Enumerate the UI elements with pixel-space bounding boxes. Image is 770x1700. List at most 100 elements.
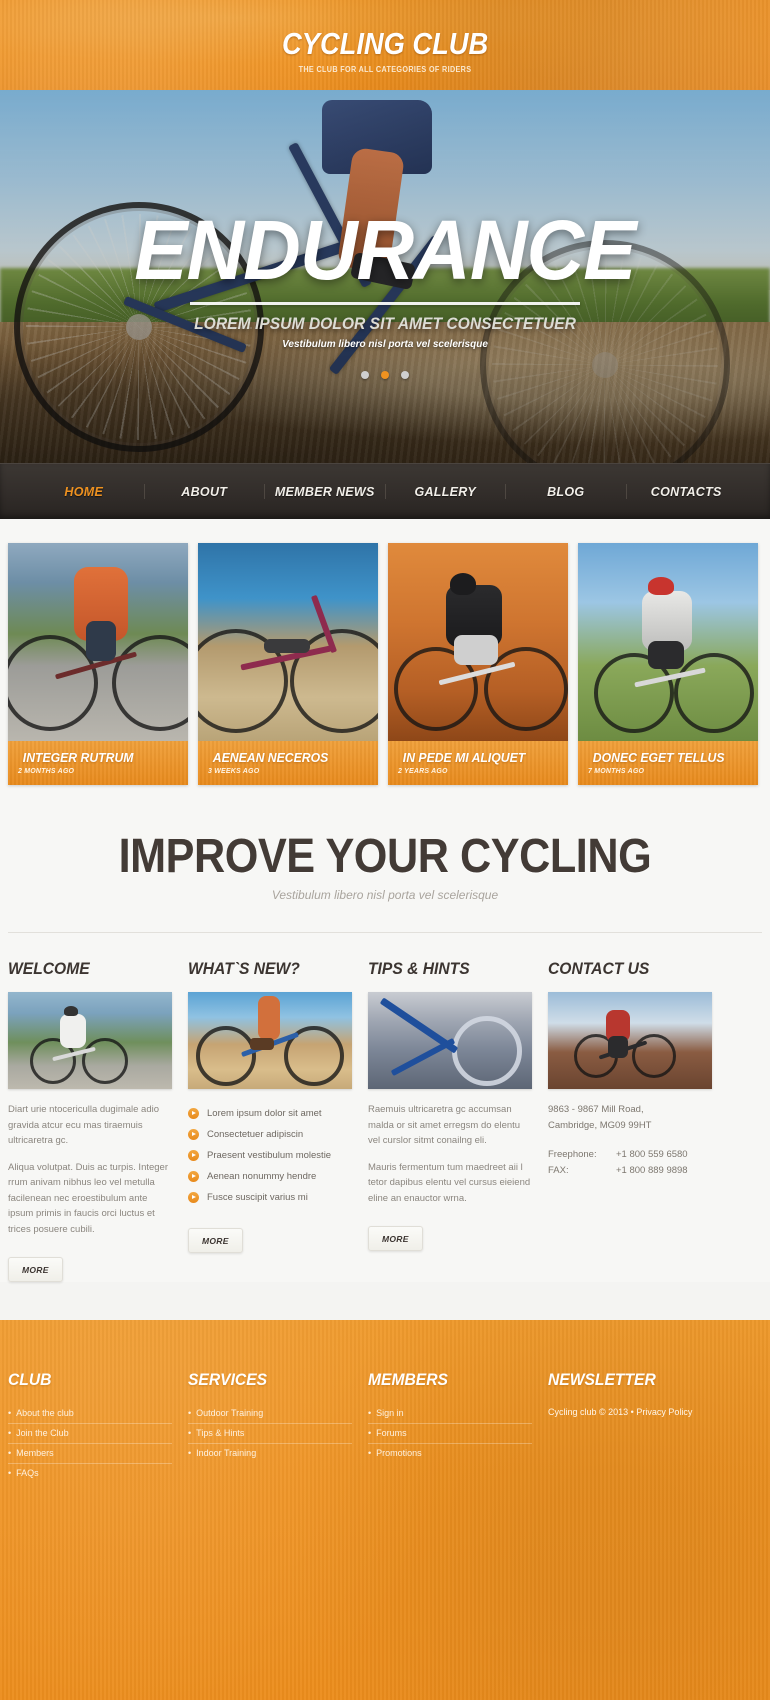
footer-list-item: Sign in: [368, 1404, 532, 1424]
tips-paragraph-1: Raemuis ultricaretra gc accumsan malda o…: [368, 1104, 521, 1146]
improve-heading: IMPROVE YOUR CYCLING: [118, 830, 652, 883]
gallery-card-date: 7 MONTHS AGO: [588, 768, 645, 775]
arrow-bullet-icon: [188, 1192, 199, 1203]
gallery-card[interactable]: DONEC EGET TELLUS 7 MONTHS AGO: [578, 543, 758, 785]
gallery-card[interactable]: AENEAN NECEROS 3 WEEKS AGO: [198, 543, 378, 785]
footer-link[interactable]: Promotions: [368, 1448, 532, 1458]
nav-separator: [505, 484, 506, 499]
list-item[interactable]: Praesent vestibulum molestie: [188, 1145, 352, 1166]
contact-phone-rows: Freephone: +1 800 559 6580 FAX: +1 800 8…: [548, 1147, 712, 1179]
gallery-card-title: IN PEDE MI ALIQUET: [402, 750, 526, 765]
nav-item-gallery[interactable]: GALLERY: [386, 485, 506, 499]
footer-link[interactable]: Outdoor Training: [188, 1408, 352, 1418]
gallery-card-caption: DONEC EGET TELLUS 7 MONTHS AGO: [578, 741, 758, 785]
site-header: CYCLING CLUB THE CLUB FOR ALL CATEGORIES…: [0, 0, 770, 90]
footer-list-item: About the club: [8, 1404, 172, 1424]
gallery-card[interactable]: INTEGER RUTRUM 2 MONTHS AGO: [8, 543, 188, 785]
improve-subheading: Vestibulum libero nisl porta vel sceleri…: [271, 888, 499, 902]
logo-title: CYCLING CLUB: [281, 26, 489, 61]
slider-pagination[interactable]: [0, 366, 770, 384]
nav-item-member-news[interactable]: MEMBER NEWS: [265, 485, 385, 499]
list-item[interactable]: Aenean nonummy hendre: [188, 1166, 352, 1187]
column-heading-contact: CONTACT US: [548, 959, 650, 978]
column-whats-new: WHAT`S NEW? Lorem ipsum dolor sit amet C…: [188, 959, 352, 1282]
hero-title: ENDURANCE: [134, 203, 636, 297]
list-item[interactable]: Lorem ipsum dolor sit amet: [188, 1103, 352, 1124]
slider-dot-3[interactable]: [401, 370, 410, 379]
column-welcome: WELCOME Diart urie ntocericulla dugimale…: [8, 959, 172, 1282]
logo[interactable]: CYCLING CLUB THE CLUB FOR ALL CATEGORIES…: [0, 26, 770, 74]
nav-list: HOME ABOUT MEMBER NEWS GALLERY BLOG CONT…: [0, 484, 770, 499]
tips-more-button[interactable]: MORE: [368, 1226, 423, 1251]
contact-label-freephone: Freephone:: [548, 1149, 597, 1160]
footer-column-club: CLUB About the club Join the Club Member…: [8, 1370, 172, 1483]
footer-list-members: Sign in Forums Promotions: [368, 1404, 532, 1463]
contact-address-line-1: 9863 - 9867 Mill Road,: [548, 1104, 644, 1115]
contact-label-fax: FAX:: [548, 1165, 569, 1176]
tips-paragraph-2: Mauris fermentum tum maedreet aii l teto…: [368, 1161, 531, 1204]
footer-column-newsletter: NEWSLETTER Cycling club © 2013 • Privacy…: [548, 1370, 712, 1483]
gallery-card-date: 3 WEEKS AGO: [208, 768, 260, 775]
welcome-more-button[interactable]: MORE: [8, 1257, 63, 1282]
footer-link[interactable]: Members: [8, 1448, 172, 1458]
gallery-card-title: INTEGER RUTRUM: [22, 750, 134, 765]
gallery-card-title: AENEAN NECEROS: [212, 750, 329, 765]
welcome-image: [8, 992, 172, 1089]
list-item-label: Fusce suscipit varius mi: [207, 1192, 308, 1203]
footer-list-item: Forums: [368, 1424, 532, 1444]
footer-columns: CLUB About the club Join the Club Member…: [8, 1370, 762, 1483]
contact-value-fax: +1 800 889 9898: [616, 1165, 688, 1176]
hero-subtitle: LOREM IPSUM DOLOR SIT AMET CONSECTETUER: [194, 314, 576, 333]
footer-heading-services: SERVICES: [188, 1370, 268, 1389]
nav-item-home[interactable]: HOME: [24, 485, 144, 499]
gallery-card[interactable]: IN PEDE MI ALIQUET 2 YEARS AGO: [388, 543, 568, 785]
whats-new-list: Lorem ipsum dolor sit amet Consectetuer …: [188, 1103, 352, 1208]
footer-list-services: Outdoor Training Tips & Hints Indoor Tra…: [188, 1404, 352, 1463]
footer-link[interactable]: About the club: [8, 1408, 172, 1418]
hero-divider: [190, 302, 580, 305]
slider-dot-2[interactable]: [381, 370, 389, 379]
welcome-paragraph-2: Aliqua volutpat. Duis ac turpis. Integer…: [8, 1161, 169, 1235]
welcome-paragraph-1: Diart urie ntocericulla dugimale adio gr…: [8, 1104, 160, 1146]
footer-copyright: Cycling club © 2013 • Privacy Policy: [548, 1407, 693, 1417]
footer-link[interactable]: Tips & Hints: [188, 1428, 352, 1438]
list-item-label: Lorem ipsum dolor sit amet: [207, 1108, 322, 1119]
gallery-card-caption: INTEGER RUTRUM 2 MONTHS AGO: [8, 741, 188, 785]
footer-list-item: Indoor Training: [188, 1444, 352, 1463]
section-improve: IMPROVE YOUR CYCLING Vestibulum libero n…: [0, 785, 770, 933]
whats-new-more-button[interactable]: MORE: [188, 1228, 243, 1253]
footer-link[interactable]: Indoor Training: [188, 1448, 352, 1458]
footer-column-services: SERVICES Outdoor Training Tips & Hints I…: [188, 1370, 352, 1483]
footer-list-item: FAQs: [8, 1464, 172, 1483]
list-item-label: Aenean nonummy hendre: [207, 1171, 317, 1182]
nav-separator: [384, 484, 386, 499]
list-item[interactable]: Consectetuer adipiscin: [188, 1124, 352, 1145]
list-item[interactable]: Fusce suscipit varius mi: [188, 1187, 352, 1208]
gallery-card-image: [578, 543, 758, 741]
footer-link[interactable]: Forums: [368, 1428, 532, 1438]
nav-item-contacts[interactable]: CONTACTS: [627, 485, 747, 499]
footer-list-item: Join the Club: [8, 1424, 172, 1444]
column-heading-tips: TIPS & HINTS: [368, 959, 470, 978]
nav-separator: [143, 484, 145, 499]
list-item-label: Consectetuer adipiscin: [207, 1129, 304, 1140]
footer-list-item: Members: [8, 1444, 172, 1464]
footer-link[interactable]: FAQs: [8, 1468, 172, 1478]
nav-item-blog[interactable]: BLOG: [506, 485, 626, 499]
column-tips: TIPS & HINTS Raemuis ultricaretra gc acc…: [368, 959, 532, 1282]
gallery-card-image: [388, 543, 568, 741]
contact-address-line-2: Cambridge, MG09 99HT: [548, 1120, 652, 1131]
contact-address: 9863 - 9867 Mill Road, Cambridge, MG09 9…: [548, 1102, 712, 1134]
footer-link[interactable]: Sign in: [368, 1408, 532, 1418]
hero-banner: ENDURANCE LOREM IPSUM DOLOR SIT AMET CON…: [0, 90, 770, 463]
gallery-card-caption: AENEAN NECEROS 3 WEEKS AGO: [198, 741, 378, 785]
logo-tagline: THE CLUB FOR ALL CATEGORIES OF RIDERS: [298, 65, 472, 74]
tips-image: [368, 992, 532, 1089]
footer-link[interactable]: Join the Club: [8, 1428, 172, 1438]
footer-list-item: Promotions: [368, 1444, 532, 1463]
nav-item-about[interactable]: ABOUT: [145, 485, 265, 499]
nav-separator: [264, 484, 265, 499]
column-contact: CONTACT US 9863 - 9867 Mill Road, Cambri…: [548, 959, 712, 1282]
gallery-card-image: [8, 543, 188, 741]
slider-dot-1[interactable]: [360, 370, 369, 379]
